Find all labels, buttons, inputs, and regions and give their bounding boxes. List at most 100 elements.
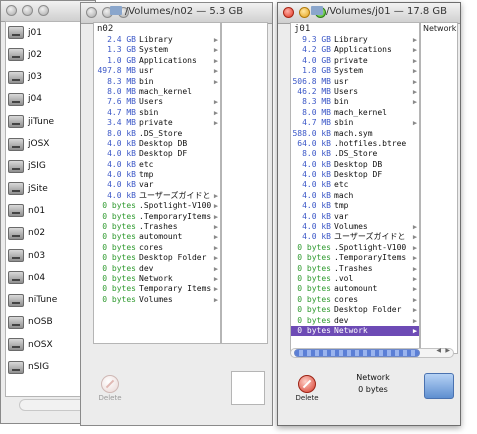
file-row[interactable]: 1.8 GB System ▶ bbox=[291, 66, 419, 76]
horizontal-scrollbar[interactable]: ◀ ▶ bbox=[290, 347, 454, 358]
file-row[interactable]: 4.0 kB ユーザーズガイドと ▶ bbox=[291, 232, 419, 242]
file-row[interactable]: 8.0 MB mach_kernel bbox=[96, 87, 220, 97]
volume-item-jSIG[interactable]: jSIG bbox=[8, 159, 46, 173]
file-name: System bbox=[334, 66, 363, 76]
disclosure-arrow-icon: ▶ bbox=[213, 67, 219, 76]
volume-label: jOSX bbox=[28, 139, 50, 149]
volume-item-n04[interactable]: n04 bbox=[8, 271, 45, 285]
file-row[interactable]: 9.3 GB Library ▶ bbox=[291, 35, 419, 45]
file-row[interactable]: 0 bytes Desktop Folder ▶ bbox=[291, 305, 419, 315]
volume-item-j04[interactable]: j04 bbox=[8, 92, 42, 106]
volume-item-jiTune[interactable]: jiTune bbox=[8, 115, 54, 129]
file-row[interactable]: 0 bytes Network ▶ bbox=[291, 325, 419, 337]
file-row[interactable]: 4.0 kB Desktop DF bbox=[96, 149, 220, 159]
file-row[interactable]: 0 bytes dev ▶ bbox=[291, 316, 419, 326]
file-row[interactable]: 8.0 kB .DS_Store bbox=[96, 129, 220, 139]
file-row[interactable]: 0 bytes .vol ▶ bbox=[291, 274, 419, 284]
file-row[interactable]: 2.4 GB Library ▶ bbox=[96, 35, 220, 45]
file-row[interactable]: 8.3 MB bin ▶ bbox=[291, 97, 419, 107]
disclosure-arrow-icon: ▶ bbox=[213, 295, 219, 304]
file-row[interactable]: 4.0 kB tmp bbox=[96, 170, 220, 180]
file-row[interactable]: 497.8 MB usr ▶ bbox=[96, 66, 220, 76]
file-row[interactable]: 0 bytes .Spotlight-V100 ▶ bbox=[291, 243, 419, 253]
file-size: 0 bytes bbox=[297, 273, 331, 283]
file-row[interactable]: 4.0 kB tmp bbox=[291, 201, 419, 211]
hard-drive-icon bbox=[8, 26, 24, 39]
file-row[interactable]: 4.0 kB etc bbox=[96, 160, 220, 170]
file-row[interactable]: 4.0 kB var bbox=[291, 212, 419, 222]
file-row[interactable]: 8.0 kB .DS_Store bbox=[291, 149, 419, 159]
file-row[interactable]: 4.0 kB ユーザーズガイドと ▶ bbox=[96, 191, 220, 201]
volume-item-niTune[interactable]: niTune bbox=[8, 293, 57, 307]
file-row[interactable]: 0 bytes automount ▶ bbox=[96, 232, 220, 242]
file-row[interactable]: 4.0 kB Desktop DB bbox=[291, 160, 419, 170]
file-row[interactable]: 1.3 GB System ▶ bbox=[96, 45, 220, 55]
scroll-left-arrow[interactable]: ◀ bbox=[436, 347, 441, 354]
volume-label: j03 bbox=[28, 72, 42, 83]
volume-item-nOSX[interactable]: nOSX bbox=[8, 338, 53, 352]
delete-button[interactable]: Delete bbox=[293, 375, 321, 405]
file-row[interactable]: 1.0 GB Applications ▶ bbox=[96, 56, 220, 66]
file-row[interactable]: 0 bytes dev ▶ bbox=[96, 264, 220, 274]
file-row[interactable]: 506.8 MB usr ▶ bbox=[291, 77, 419, 87]
close-button[interactable] bbox=[6, 5, 17, 16]
volume-item-j02[interactable]: j02 bbox=[8, 48, 42, 62]
volume-item-n01[interactable]: n01 bbox=[8, 204, 45, 218]
scroll-right-arrow[interactable]: ▶ bbox=[445, 347, 450, 354]
disclosure-arrow-icon: ▶ bbox=[213, 119, 219, 128]
file-row[interactable]: 46.2 MB Users ▶ bbox=[291, 87, 419, 97]
file-name: Users bbox=[139, 97, 164, 107]
file-row[interactable]: 4.0 kB mach bbox=[291, 191, 419, 201]
hard-drive-icon bbox=[8, 159, 24, 173]
file-row[interactable]: 4.2 GB Applications ▶ bbox=[291, 45, 419, 55]
file-row[interactable]: 8.0 MB mach_kernel bbox=[291, 108, 419, 118]
file-row[interactable]: 0 bytes Network ▶ bbox=[96, 274, 220, 284]
disclosure-arrow-icon: ▶ bbox=[412, 264, 418, 273]
disclosure-arrow-icon: ▶ bbox=[213, 98, 219, 107]
file-row[interactable]: 0 bytes Volumes ▶ bbox=[96, 295, 220, 305]
file-row[interactable]: 3.4 MB private ▶ bbox=[96, 118, 220, 128]
volume-item-nOSB[interactable]: nOSB bbox=[8, 315, 53, 329]
file-row[interactable]: 4.0 kB Desktop DB bbox=[96, 139, 220, 149]
file-row[interactable]: 0 bytes .Trashes ▶ bbox=[96, 222, 220, 232]
volume-item-j01[interactable]: j01 bbox=[8, 26, 42, 39]
disclosure-arrow-icon bbox=[411, 201, 419, 211]
disclosure-arrow-icon bbox=[212, 180, 220, 190]
disclosure-arrow-icon bbox=[212, 170, 220, 180]
volume-item-n03[interactable]: n03 bbox=[8, 249, 45, 262]
file-row[interactable]: 4.7 MB sbin ▶ bbox=[96, 108, 220, 118]
file-row[interactable]: 4.0 GB private ▶ bbox=[291, 56, 419, 66]
file-row[interactable]: 8.3 MB bin ▶ bbox=[96, 77, 220, 87]
file-row[interactable]: 588.0 kB mach.sym bbox=[291, 129, 419, 139]
file-row[interactable]: 0 bytes cores ▶ bbox=[291, 295, 419, 305]
file-row[interactable]: 0 bytes automount ▶ bbox=[291, 284, 419, 294]
minimize-button[interactable] bbox=[22, 5, 33, 16]
volume-item-j03[interactable]: j03 bbox=[8, 70, 42, 84]
volume-item-nSIG[interactable]: nSIG bbox=[8, 360, 49, 374]
file-row[interactable]: 4.0 kB Desktop DF bbox=[291, 170, 419, 180]
delete-label: Delete bbox=[98, 394, 122, 402]
volume-item-jSite[interactable]: jSite bbox=[8, 182, 48, 196]
file-row[interactable]: 0 bytes .TemporaryItems ▶ bbox=[291, 253, 419, 263]
file-row[interactable]: 4.0 kB etc bbox=[291, 180, 419, 190]
volume-item-n02[interactable]: n02 bbox=[8, 226, 45, 240]
file-size: 4.7 MB bbox=[302, 118, 331, 128]
file-row[interactable]: 0 bytes Desktop Folder ▶ bbox=[96, 253, 220, 263]
disclosure-arrow-icon: ▶ bbox=[412, 56, 418, 65]
hard-drive-icon bbox=[8, 315, 24, 329]
file-row[interactable]: 4.7 MB sbin ▶ bbox=[291, 118, 419, 128]
file-row[interactable]: 0 bytes cores ▶ bbox=[96, 243, 220, 253]
file-row[interactable]: 7.6 MB Users ▶ bbox=[96, 97, 220, 107]
disclosure-arrow-icon: ▶ bbox=[213, 223, 219, 232]
file-row[interactable]: 0 bytes .Trashes ▶ bbox=[291, 264, 419, 274]
scroll-thumb[interactable] bbox=[294, 349, 420, 357]
file-row[interactable]: 0 bytes .Spotlight-V100 ▶ bbox=[96, 201, 220, 211]
file-row[interactable]: 0 bytes Temporary Items ▶ bbox=[96, 284, 220, 294]
volume-item-jOSX[interactable]: jOSX bbox=[8, 137, 50, 151]
file-row[interactable]: 4.0 kB var bbox=[96, 180, 220, 190]
file-row[interactable]: 0 bytes .TemporaryItems ▶ bbox=[96, 212, 220, 222]
file-row[interactable]: 4.0 kB Volumes ▶ bbox=[291, 222, 419, 232]
delete-button[interactable]: Delete bbox=[96, 375, 124, 405]
zoom-button[interactable] bbox=[38, 5, 49, 16]
file-row[interactable]: 64.0 kB .hotfiles.btree bbox=[291, 139, 419, 149]
